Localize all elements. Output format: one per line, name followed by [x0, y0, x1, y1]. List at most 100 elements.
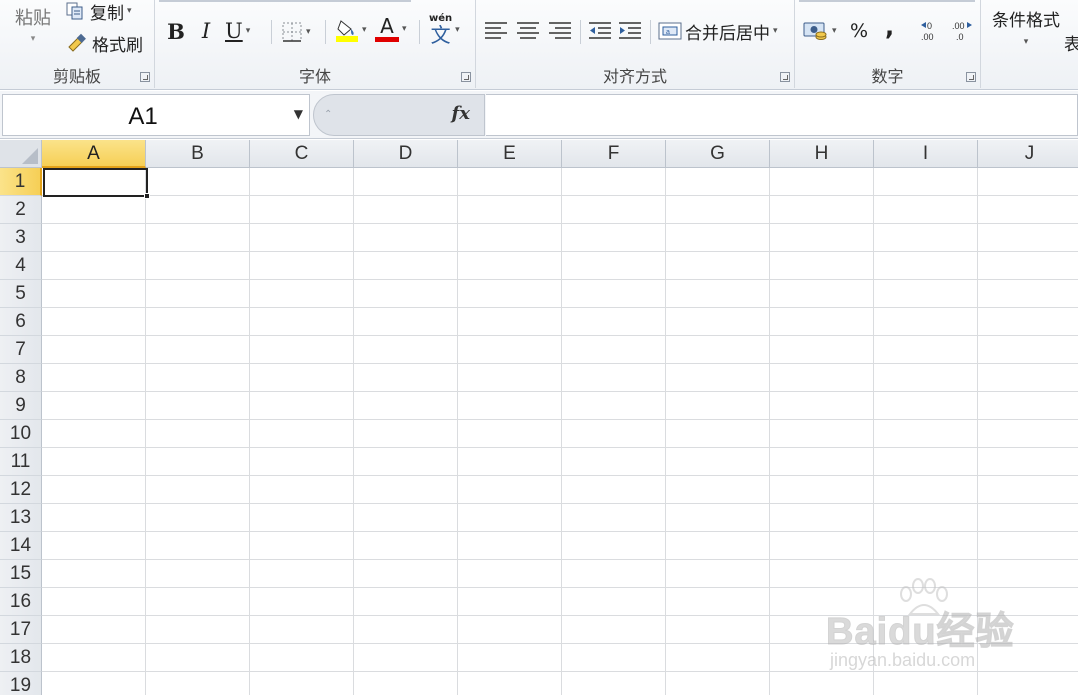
row-header-12[interactable]: 12	[0, 476, 42, 504]
insert-function-button[interactable]: fx	[452, 103, 470, 124]
column-header-h[interactable]: H	[770, 140, 874, 168]
row-header-8[interactable]: 8	[0, 364, 42, 392]
copy-dropdown-icon[interactable]: ▾	[127, 6, 132, 16]
row-header-5[interactable]: 5	[0, 280, 42, 308]
percent-label: %	[850, 20, 869, 42]
row-header-19[interactable]: 19	[0, 672, 42, 695]
formula-bar-grip-icon[interactable]: ⌃	[324, 109, 332, 120]
conditional-formatting-dropdown-icon[interactable]: ▾	[1024, 37, 1029, 47]
ribbon: 粘贴 ▾ 复制 ▾ 格式刷 剪贴板 B I U ▾ ▾ ▾ A ▾ wén 文 …	[0, 0, 1078, 90]
decrease-decimal-button[interactable]: .00 .0	[950, 18, 974, 44]
active-cell-a1[interactable]	[43, 168, 148, 197]
watermark-logo-text: Baidu经验	[826, 611, 1015, 654]
bold-button[interactable]: B	[165, 18, 187, 44]
column-header-e[interactable]: E	[458, 140, 562, 168]
phonetic-dropdown-icon[interactable]: ▾	[455, 25, 460, 35]
number-format-box-edge	[799, 0, 975, 2]
fill-color-dropdown-icon[interactable]: ▾	[362, 25, 367, 35]
row-header-2[interactable]: 2	[0, 196, 42, 224]
align-left-icon	[485, 22, 507, 39]
paste-dropdown-icon[interactable]: ▾	[31, 34, 36, 44]
column-header-i[interactable]: I	[874, 140, 978, 168]
column-header-g[interactable]: G	[666, 140, 770, 168]
clipboard-dialog-launcher-icon[interactable]	[140, 72, 150, 82]
row-header-11[interactable]: 11	[0, 448, 42, 476]
border-button[interactable]: ▾	[281, 20, 311, 44]
row-headers: 1 2 3 4 5 6 7 8 9 10 11 12 13 14 15 16 17 18 19	[0, 168, 42, 695]
underline-dropdown-icon[interactable]: ▾	[246, 26, 251, 36]
percent-style-button[interactable]: %	[850, 18, 868, 44]
align-right-button[interactable]	[548, 20, 572, 40]
font-color-letter: A	[380, 14, 394, 38]
row-header-17[interactable]: 17	[0, 616, 42, 644]
column-header-j[interactable]: J	[978, 140, 1078, 168]
increase-indent-button[interactable]	[618, 20, 642, 40]
conditional-formatting-button[interactable]: 条件格式 ▾	[988, 6, 1064, 47]
alignment-dialog-launcher-icon[interactable]	[780, 72, 790, 82]
select-all-button[interactable]	[0, 140, 42, 168]
italic-button[interactable]: I	[195, 18, 217, 44]
formula-input[interactable]	[486, 94, 1078, 136]
row-header-3[interactable]: 3	[0, 224, 42, 252]
row-header-14[interactable]: 14	[0, 532, 42, 560]
phonetic-guide-button[interactable]: wén 文 ▾	[429, 14, 460, 47]
format-as-table-button[interactable]: 表	[1064, 30, 1078, 55]
increase-decimal-button[interactable]: 0 .00	[919, 18, 943, 44]
underline-button[interactable]: U ▾	[225, 18, 250, 44]
column-headers: ABCDEFGHIJ	[42, 140, 1078, 168]
row-header-4[interactable]: 4	[0, 252, 42, 280]
format-painter-button[interactable]: 格式刷	[66, 30, 143, 56]
name-box-dropdown-icon[interactable]: ▼	[294, 107, 303, 121]
increase-indent-icon	[619, 22, 641, 39]
font-color-swatch	[375, 37, 399, 42]
row-header-6[interactable]: 6	[0, 308, 42, 336]
row-header-15[interactable]: 15	[0, 560, 42, 588]
align-center-button[interactable]	[516, 20, 540, 40]
styles-group: 条件格式 ▾ 表	[981, 0, 1078, 90]
font-divider	[325, 20, 326, 44]
accounting-format-button[interactable]: ▾	[803, 18, 837, 44]
font-color-glyph: A	[375, 16, 399, 42]
font-color-dropdown-icon[interactable]: ▾	[402, 24, 407, 34]
paste-button[interactable]: 粘贴 ▾	[10, 4, 56, 44]
fill-color-button[interactable]: ▾	[335, 16, 367, 44]
merge-center-button[interactable]: a 合并后居中 ▾	[658, 18, 778, 44]
decrease-indent-button[interactable]	[588, 20, 612, 40]
name-box-value: A1	[128, 103, 158, 130]
row-header-16[interactable]: 16	[0, 588, 42, 616]
align-center-icon	[517, 22, 539, 39]
format-as-table-label: 表	[1064, 35, 1078, 55]
column-header-a[interactable]: A	[42, 140, 146, 168]
align-left-button[interactable]	[484, 20, 508, 40]
copy-button[interactable]: 复制 ▾	[66, 0, 132, 24]
comma-style-button[interactable]: ,	[885, 13, 894, 41]
row-header-7[interactable]: 7	[0, 336, 42, 364]
row-header-1[interactable]: 1	[0, 168, 42, 196]
svg-text:.0: .0	[956, 32, 964, 42]
row-header-18[interactable]: 18	[0, 644, 42, 672]
row-header-9[interactable]: 9	[0, 392, 42, 420]
column-header-f[interactable]: F	[562, 140, 666, 168]
column-header-d[interactable]: D	[354, 140, 458, 168]
number-dialog-launcher-icon[interactable]	[966, 72, 976, 82]
svg-text:.00: .00	[952, 21, 965, 31]
column-header-b[interactable]: B	[146, 140, 250, 168]
border-dropdown-icon[interactable]: ▾	[306, 27, 311, 37]
paste-label: 粘贴	[15, 8, 51, 29]
baidu-jingyan-watermark: Baidu经验 jingyan.baidu.com	[826, 578, 1026, 688]
merge-center-dropdown-icon[interactable]: ▾	[773, 26, 778, 36]
number-group-label: 数字	[871, 67, 904, 86]
clipboard-group: 粘贴 ▾ 复制 ▾ 格式刷 剪贴板	[0, 0, 154, 90]
column-header-c[interactable]: C	[250, 140, 354, 168]
font-dialog-launcher-icon[interactable]	[461, 72, 471, 82]
row-header-13[interactable]: 13	[0, 504, 42, 532]
number-group: ▾ % , 0 .00 .00 .0 数字	[795, 0, 980, 90]
fill-handle[interactable]	[144, 193, 150, 199]
copy-icon	[66, 2, 83, 20]
name-box[interactable]: A1 ▼	[2, 94, 310, 136]
accounting-format-icon	[803, 22, 827, 40]
phonetic-char: 文	[430, 23, 451, 47]
accounting-dropdown-icon[interactable]: ▾	[832, 26, 837, 36]
font-color-button[interactable]: A ▾	[375, 14, 407, 44]
row-header-10[interactable]: 10	[0, 420, 42, 448]
